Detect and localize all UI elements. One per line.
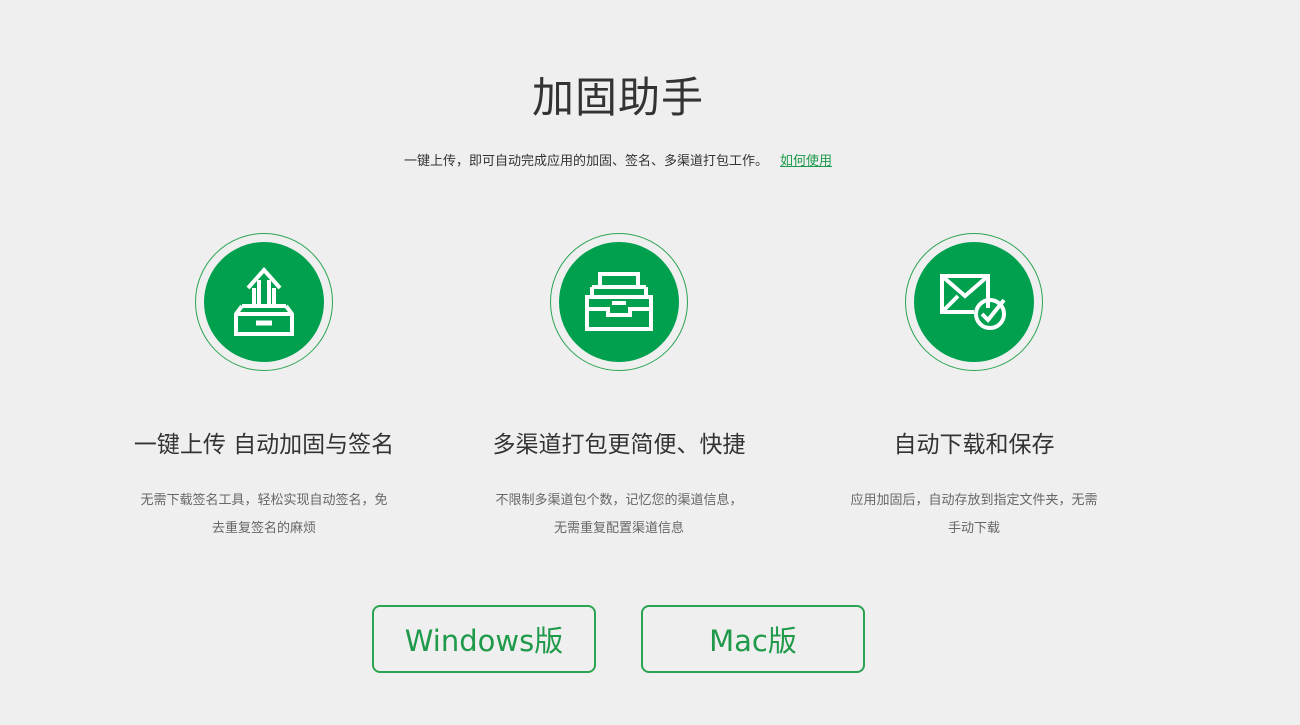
feature-desc-line: 去重复签名的麻烦 bbox=[211, 521, 316, 536]
feature-auto-download: 自动下载和保存 应用加固后，自动存放到指定文件夹，无需 手动下载 bbox=[829, 233, 1119, 543]
feature-desc-line: 无需重复配置渠道信息 bbox=[553, 521, 684, 536]
feature-multichannel: 多渠道打包更简便、快捷 不限制多渠道包个数，记忆您的渠道信息， 无需重复配置渠道… bbox=[474, 233, 764, 543]
icon-circle bbox=[204, 242, 324, 362]
page: 加固助手 一键上传，即可自动完成应用的加固、签名、多渠道打包工作。 如何使用 一… bbox=[0, 0, 1300, 725]
icon-ring bbox=[195, 233, 333, 371]
icon-circle bbox=[914, 242, 1034, 362]
feature-desc-line: 无需下载签名工具，轻松实现自动签名，免 bbox=[140, 493, 388, 508]
feature-description: 不限制多渠道包个数，记忆您的渠道信息， 无需重复配置渠道信息 bbox=[479, 487, 759, 543]
icon-ring bbox=[550, 233, 688, 371]
feature-title: 自动下载和保存 bbox=[893, 432, 1055, 458]
feature-desc-line: 不限制多渠道包个数，记忆您的渠道信息， bbox=[495, 493, 743, 508]
subtitle-text: 一键上传，即可自动完成应用的加固、签名、多渠道打包工作。 bbox=[403, 154, 768, 169]
how-to-use-link[interactable]: 如何使用 bbox=[780, 154, 832, 169]
icon-ring bbox=[905, 233, 1043, 371]
page-subtitle: 一键上传，即可自动完成应用的加固、签名、多渠道打包工作。 如何使用 bbox=[0, 150, 1236, 169]
mail-check-icon bbox=[940, 274, 1006, 330]
feature-desc-line: 应用加固后，自动存放到指定文件夹，无需 bbox=[850, 493, 1098, 508]
feature-description: 应用加固后，自动存放到指定文件夹，无需 手动下载 bbox=[834, 487, 1114, 543]
mac-download-button[interactable]: Mac版 bbox=[641, 605, 865, 673]
feature-title: 多渠道打包更简便、快捷 bbox=[492, 432, 746, 458]
feature-title: 一键上传 自动加固与签名 bbox=[133, 432, 395, 458]
upload-tray-icon bbox=[234, 266, 294, 336]
page-title: 加固助手 bbox=[531, 73, 704, 122]
feature-description: 无需下载签名工具，轻松实现自动签名，免 去重复签名的麻烦 bbox=[124, 487, 404, 543]
feature-upload: 一键上传 自动加固与签名 无需下载签名工具，轻松实现自动签名，免 去重复签名的麻… bbox=[119, 233, 409, 543]
windows-download-button[interactable]: Windows版 bbox=[372, 605, 596, 673]
feature-desc-line: 手动下载 bbox=[947, 521, 1000, 536]
inbox-package-icon bbox=[585, 272, 653, 331]
icon-circle bbox=[559, 242, 679, 362]
